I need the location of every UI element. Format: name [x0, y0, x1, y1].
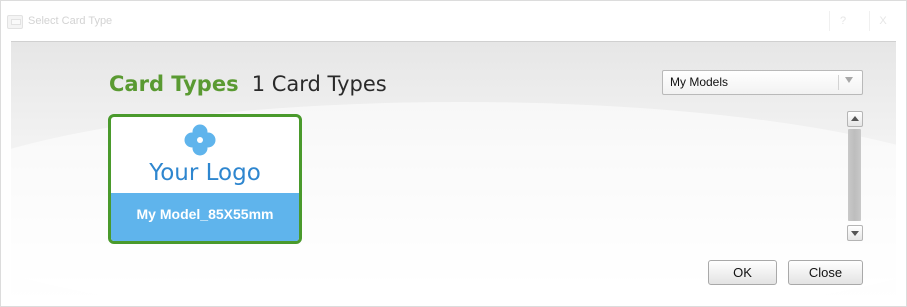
scroll-down-button[interactable]: [847, 225, 863, 241]
window-title: Select Card Type: [28, 15, 113, 27]
ok-button[interactable]: OK: [708, 260, 777, 285]
card-name-banner: My Model_85X55mm: [111, 193, 299, 241]
title-bar: Select Card Type ? X: [1, 1, 906, 41]
card-type-tile[interactable]: Your Logo My Model_85X55mm: [108, 114, 302, 244]
select-card-type-dialog: Select Card Type ? X Card Types 1 Card T…: [0, 0, 907, 307]
close-button[interactable]: Close: [788, 260, 863, 285]
scroll-up-button[interactable]: [847, 111, 863, 127]
dropdown-separator: [838, 75, 839, 90]
card-name-label: My Model_85X55mm: [136, 206, 274, 222]
model-filter-dropdown[interactable]: My Models: [662, 70, 863, 95]
card-logo-text: Your Logo: [149, 160, 261, 186]
model-filter-value: My Models: [670, 75, 729, 89]
scroll-thumb[interactable]: [848, 129, 861, 221]
help-button[interactable]: ?: [829, 11, 856, 31]
vertical-scrollbar[interactable]: [846, 111, 864, 241]
arrow-up-icon: [851, 116, 859, 121]
chevron-down-icon[interactable]: [845, 77, 853, 83]
arrow-down-icon: [851, 231, 859, 236]
page-heading: Card Types 1 Card Types: [109, 72, 387, 96]
card-types-label: Card Types: [109, 72, 239, 96]
window-close-button[interactable]: X: [869, 11, 896, 31]
clover-logo-icon: [184, 124, 216, 156]
window-app-icon: [7, 15, 23, 29]
dialog-content: Card Types 1 Card Types My Models Your L…: [11, 41, 896, 300]
card-types-count: 1 Card Types: [251, 72, 387, 96]
